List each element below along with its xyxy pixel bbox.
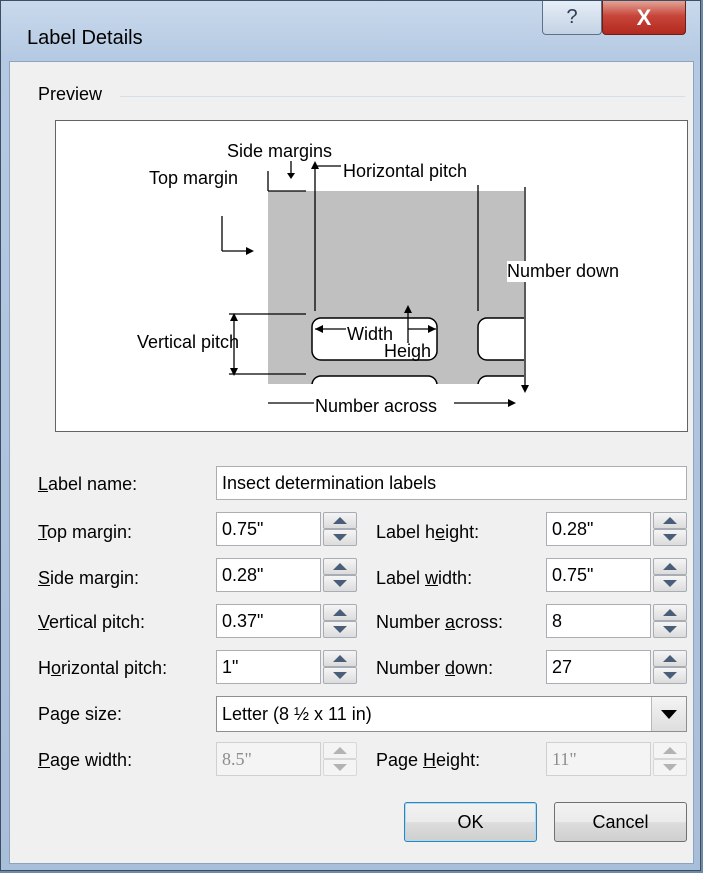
triangle-down-icon bbox=[663, 580, 677, 587]
spin-down-button[interactable] bbox=[653, 667, 687, 684]
triangle-down-icon bbox=[333, 672, 347, 679]
cancel-button[interactable]: Cancel bbox=[554, 802, 687, 842]
page-size-value: Letter (8 ½ x 11 in) bbox=[222, 704, 372, 724]
number-across-spinner[interactable] bbox=[653, 604, 687, 638]
close-icon: X bbox=[636, 4, 652, 30]
spin-down-button[interactable] bbox=[323, 667, 357, 684]
triangle-down-icon bbox=[333, 534, 347, 541]
page-height-label: Page Height: bbox=[376, 750, 481, 770]
triangle-up-icon bbox=[663, 563, 677, 570]
help-button[interactable]: ? bbox=[542, 1, 602, 35]
triangle-up-icon bbox=[333, 655, 347, 662]
horizontal-pitch-spinner[interactable] bbox=[323, 650, 357, 684]
vertical-pitch-spinner[interactable] bbox=[323, 604, 357, 638]
side-margin-input[interactable]: 0.28" bbox=[216, 558, 321, 592]
page-width-input: 8.5" bbox=[216, 742, 321, 776]
label-height-input[interactable]: 0.28" bbox=[546, 512, 651, 546]
vertical-pitch-input[interactable]: 0.37" bbox=[216, 604, 321, 638]
triangle-up-icon bbox=[663, 655, 677, 662]
spin-up-button bbox=[653, 742, 687, 759]
triangle-down-icon bbox=[663, 672, 677, 679]
triangle-up-icon bbox=[663, 747, 677, 754]
side-margin-label: Side margin: bbox=[38, 568, 140, 588]
number-across-input[interactable]: 8 bbox=[546, 604, 651, 638]
number-down-input[interactable]: 27 bbox=[546, 650, 651, 684]
ok-button[interactable]: OK bbox=[404, 802, 537, 842]
preview-group-divider bbox=[120, 96, 685, 97]
spin-down-button bbox=[323, 759, 357, 776]
label-name-input[interactable]: Insect determination labels bbox=[216, 466, 687, 500]
spin-down-button[interactable] bbox=[323, 529, 357, 546]
close-button[interactable]: X bbox=[602, 1, 686, 35]
number-across-label: Number across: bbox=[376, 612, 504, 632]
horizontal-pitch-label: Horizontal pitch: bbox=[38, 658, 168, 678]
preview-group-label: Preview bbox=[38, 84, 109, 105]
page-size-label: Page size: bbox=[38, 704, 123, 724]
spin-up-button[interactable] bbox=[653, 558, 687, 575]
label-height-spinner[interactable] bbox=[653, 512, 687, 546]
side-margin-spinner[interactable] bbox=[323, 558, 357, 592]
label-details-dialog: Label Details ? X Preview Side margins T… bbox=[0, 0, 701, 871]
dialog-body: Preview Side margins Top margin Horizont… bbox=[9, 61, 694, 864]
spin-down-button[interactable] bbox=[653, 529, 687, 546]
spin-down-button bbox=[653, 759, 687, 776]
number-down-label: Number down: bbox=[376, 658, 494, 678]
page-height-input: 11" bbox=[546, 742, 651, 776]
page-height-spinner bbox=[653, 742, 687, 776]
triangle-down-icon bbox=[333, 580, 347, 587]
triangle-down-icon bbox=[333, 764, 347, 771]
diagram-vertical-pitch-label: Vertical pitch bbox=[137, 332, 240, 352]
spin-up-button[interactable] bbox=[323, 512, 357, 529]
label-name-label: Label name: bbox=[38, 474, 138, 494]
diagram-side-margins-label: Side margins bbox=[227, 141, 333, 161]
chevron-down-icon bbox=[661, 709, 677, 719]
top-margin-spinner[interactable] bbox=[323, 512, 357, 546]
label-width-label: Label width: bbox=[376, 568, 473, 588]
dropdown-arrow-button[interactable] bbox=[651, 697, 686, 731]
triangle-up-icon bbox=[333, 609, 347, 616]
spin-down-button[interactable] bbox=[323, 621, 357, 638]
spin-up-button[interactable] bbox=[653, 512, 687, 529]
spin-up-button[interactable] bbox=[323, 558, 357, 575]
triangle-down-icon bbox=[663, 534, 677, 541]
triangle-up-icon bbox=[663, 609, 677, 616]
spin-down-button[interactable] bbox=[323, 575, 357, 592]
preview-panel: Side margins Top margin Horizontal pitch… bbox=[55, 120, 688, 432]
diagram-top-margin-label: Top margin bbox=[149, 168, 239, 188]
triangle-down-icon bbox=[663, 764, 677, 771]
label-height-label: Label height: bbox=[376, 522, 480, 542]
page-size-dropdown[interactable]: Letter (8 ½ x 11 in) bbox=[216, 696, 687, 732]
title-bar: Label Details ? X bbox=[1, 1, 700, 61]
spin-up-button[interactable] bbox=[653, 604, 687, 621]
triangle-up-icon bbox=[663, 517, 677, 524]
label-width-input[interactable]: 0.75" bbox=[546, 558, 651, 592]
spin-up-button[interactable] bbox=[653, 650, 687, 667]
top-margin-input[interactable]: 0.75" bbox=[216, 512, 321, 546]
diagram-number-down-label: Number down bbox=[507, 261, 620, 282]
help-icon: ? bbox=[566, 6, 578, 28]
spin-up-button[interactable] bbox=[323, 604, 357, 621]
triangle-down-icon bbox=[333, 626, 347, 633]
number-down-spinner[interactable] bbox=[653, 650, 687, 684]
page-cutoff-right bbox=[524, 191, 554, 421]
page-width-spinner bbox=[323, 742, 357, 776]
triangle-up-icon bbox=[333, 517, 347, 524]
label-width-spinner[interactable] bbox=[653, 558, 687, 592]
diagram-number-across-label: Number across bbox=[315, 396, 438, 416]
triangle-up-icon bbox=[333, 747, 347, 754]
spin-down-button[interactable] bbox=[653, 575, 687, 592]
dialog-title: Label Details bbox=[27, 27, 143, 49]
horizontal-pitch-input[interactable]: 1" bbox=[216, 650, 321, 684]
spin-up-button[interactable] bbox=[323, 650, 357, 667]
page-width-label: Page width: bbox=[38, 750, 133, 770]
triangle-up-icon bbox=[333, 563, 347, 570]
triangle-down-icon bbox=[663, 626, 677, 633]
top-margin-label: Top margin: bbox=[38, 522, 133, 542]
spin-up-button bbox=[323, 742, 357, 759]
diagram-horizontal-pitch-label: Horizontal pitch bbox=[343, 161, 468, 181]
spin-down-button[interactable] bbox=[653, 621, 687, 638]
vertical-pitch-label: Vertical pitch: bbox=[38, 612, 146, 632]
diagram-height-label: Heigh bbox=[384, 341, 432, 361]
